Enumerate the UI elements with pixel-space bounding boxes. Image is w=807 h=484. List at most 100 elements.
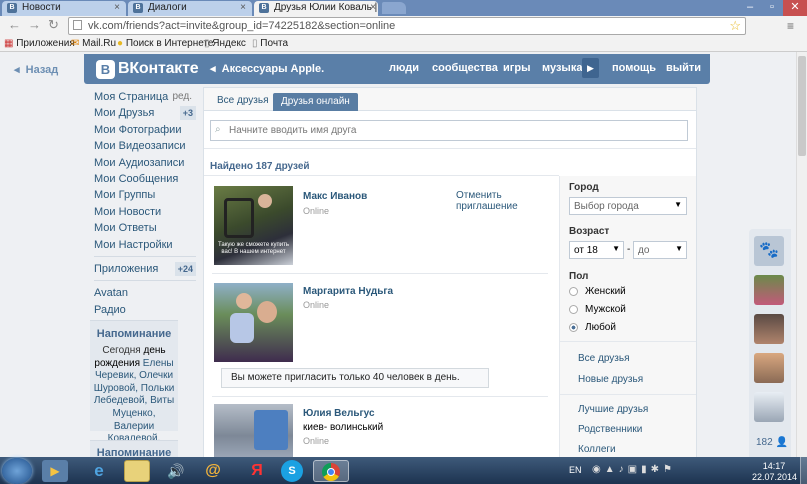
left-menu: Моя Страница ред. Мои Друзья +3 Мои Фотогр… — [94, 89, 196, 318]
internet-explorer-icon[interactable]: e — [86, 460, 112, 482]
menu-my-friends[interactable]: Мои Друзья +3 — [94, 105, 196, 121]
sex-option-any[interactable]: Любой — [569, 322, 616, 333]
cancel-invitation-link[interactable]: Отменить приглашение — [456, 190, 526, 212]
reload-icon[interactable]: ↻ — [48, 17, 59, 33]
link-relatives[interactable]: Родственники — [578, 424, 642, 435]
menu-my-videos[interactable]: Мои Видеозаписи — [94, 138, 196, 154]
link-new-friends[interactable]: Новые друзья — [578, 374, 643, 385]
menu-icon[interactable]: ≡ — [787, 19, 794, 33]
close-icon[interactable]: × — [114, 1, 120, 15]
city-select[interactable]: Выбор города ▼ — [569, 197, 687, 215]
friend-avatar-small[interactable] — [754, 314, 784, 344]
skype-icon[interactable]: S — [281, 460, 303, 482]
back-link[interactable]: ◂ Назад — [14, 63, 58, 76]
menu-my-messages[interactable]: Мои Сообщения — [94, 171, 196, 187]
friend-name[interactable]: Макс Иванов — [303, 191, 367, 202]
bookmark-mail[interactable]: ▯ Почта — [252, 38, 288, 49]
browser-tab-news[interactable]: B Новости × — [2, 1, 126, 16]
scrollbar[interactable] — [796, 52, 807, 457]
minimize-icon[interactable]: – — [739, 0, 761, 16]
window-close-icon[interactable]: ✕ — [783, 0, 807, 16]
apps-grid-icon: ▦ — [4, 38, 14, 49]
age-from-select[interactable]: от 18 ▼ — [569, 241, 624, 259]
menu-my-groups[interactable]: Мои Группы — [94, 187, 196, 203]
vk-logo[interactable]: В ВКонтакте — [96, 58, 199, 80]
menu-my-photos[interactable]: Мои Фотографии — [94, 122, 196, 138]
speaker-app-icon[interactable]: 🔊 — [163, 460, 189, 482]
menu-avatan[interactable]: Avatan — [94, 285, 196, 301]
friend-avatar[interactable] — [214, 404, 293, 457]
search-icon: ● — [117, 38, 124, 49]
yandex-icon[interactable]: Я — [244, 460, 270, 482]
bookmark-yandex[interactable]: ▯ Яндекс — [204, 38, 246, 49]
tray-icons[interactable]: ◉▲♪▣▮✱⚑ — [592, 464, 676, 475]
play-icon[interactable]: ▶ — [582, 58, 599, 78]
start-button[interactable] — [2, 458, 32, 484]
friend-avatar[interactable]: Такую же сможете купить вас! В нашем инт… — [214, 186, 293, 265]
link-all-friends[interactable]: Все друзья — [578, 353, 630, 364]
link-best-friends[interactable]: Лучшие друзья — [578, 404, 648, 415]
back-arrow-icon[interactable]: ← — [8, 17, 21, 32]
menu-radio[interactable]: Радио — [94, 302, 196, 318]
clock-date[interactable]: 22.07.2014 — [752, 472, 797, 482]
close-icon[interactable]: × — [370, 1, 376, 15]
browser-tab-dialogs[interactable]: B Диалоги × — [128, 1, 252, 16]
age-to-select[interactable]: до ▼ — [633, 241, 687, 259]
nav-logout[interactable]: выйти — [666, 62, 701, 74]
link-colleagues[interactable]: Коллеги — [578, 444, 616, 455]
menu-my-news[interactable]: Мои Новости — [94, 204, 196, 220]
sex-option-male[interactable]: Мужской — [569, 304, 626, 315]
language-indicator[interactable]: EN — [569, 465, 582, 475]
menu-my-settings[interactable]: Мои Настройки — [94, 237, 196, 253]
friend-name[interactable]: Маргарита Нудьга — [303, 286, 393, 297]
friend-avatar-small[interactable] — [754, 392, 784, 422]
friend-avatar-small[interactable] — [754, 275, 784, 305]
nav-games[interactable]: игры — [503, 62, 530, 74]
nav-help[interactable]: помощь — [612, 62, 656, 74]
age-label: Возраст — [569, 226, 610, 237]
maximize-icon[interactable]: ▫ — [762, 0, 782, 16]
close-icon[interactable]: × — [240, 1, 246, 15]
bookmark-search[interactable]: ● Поиск в Интернете — [117, 38, 214, 49]
dog-avatar-icon[interactable]: 🐾 — [754, 236, 784, 266]
vk-logo-icon: В — [96, 59, 115, 79]
browser-tab-friends[interactable]: B Друзья Юлии Коваль | 33 × — [254, 1, 378, 16]
bookmark-star-icon[interactable]: ☆ — [729, 18, 741, 34]
media-player-icon[interactable]: ▶ — [42, 460, 68, 482]
group-breadcrumb[interactable]: ◂ Аксессуары Apple. — [210, 62, 324, 75]
page-icon: ▯ — [204, 38, 210, 49]
chevron-down-icon: ▼ — [675, 244, 683, 253]
friend-search-input[interactable]: ⌕ Начните вводить имя друга — [210, 120, 688, 141]
forward-arrow-icon[interactable]: → — [28, 17, 41, 32]
online-friends-count[interactable]: 182 👤 — [756, 437, 788, 448]
nav-people[interactable]: люди — [389, 62, 419, 74]
address-bar[interactable]: vk.com/friends?act=invite&group_id=74225… — [68, 17, 746, 35]
menu-my-page[interactable]: Моя Страница ред. — [94, 89, 196, 105]
nav-music[interactable]: музыка — [542, 62, 582, 74]
show-desktop-button[interactable] — [800, 457, 807, 484]
filters-panel — [559, 176, 696, 458]
mail-agent-icon[interactable]: @ — [200, 460, 226, 482]
new-tab-button[interactable] — [382, 2, 406, 14]
nav-communities[interactable]: сообщества — [432, 62, 498, 74]
vk-favicon-icon: B — [259, 3, 269, 13]
tab-friends-online[interactable]: Друзья онлайн — [273, 93, 358, 111]
tab-all-friends[interactable]: Все друзья — [210, 93, 276, 108]
sex-option-female[interactable]: Женский — [569, 286, 626, 297]
friend-avatar-small[interactable] — [754, 353, 784, 383]
menu-my-audio[interactable]: Мои Аудиозаписи — [94, 155, 196, 171]
menu-apps[interactable]: Приложения +24 — [94, 261, 196, 277]
friend-avatar[interactable] — [214, 283, 293, 362]
friend-name[interactable]: Юлия Вельгус — [303, 408, 375, 419]
bookmark-mailru[interactable]: ✉ Mail.Ru — [71, 38, 116, 49]
bookmark-apps[interactable]: ▦ Приложения — [4, 38, 75, 49]
folder-icon[interactable] — [124, 460, 150, 482]
friends-found-count: Найдено 187 друзей — [210, 161, 310, 172]
child-body-shape — [230, 313, 254, 343]
edit-link[interactable]: ред. — [172, 89, 192, 105]
page-icon — [73, 20, 82, 30]
menu-my-answers[interactable]: Мои Ответы — [94, 220, 196, 236]
clock-time[interactable]: 14:17 — [752, 461, 796, 471]
scrollbar-thumb[interactable] — [798, 56, 806, 156]
chrome-taskbar-button[interactable] — [313, 460, 349, 482]
